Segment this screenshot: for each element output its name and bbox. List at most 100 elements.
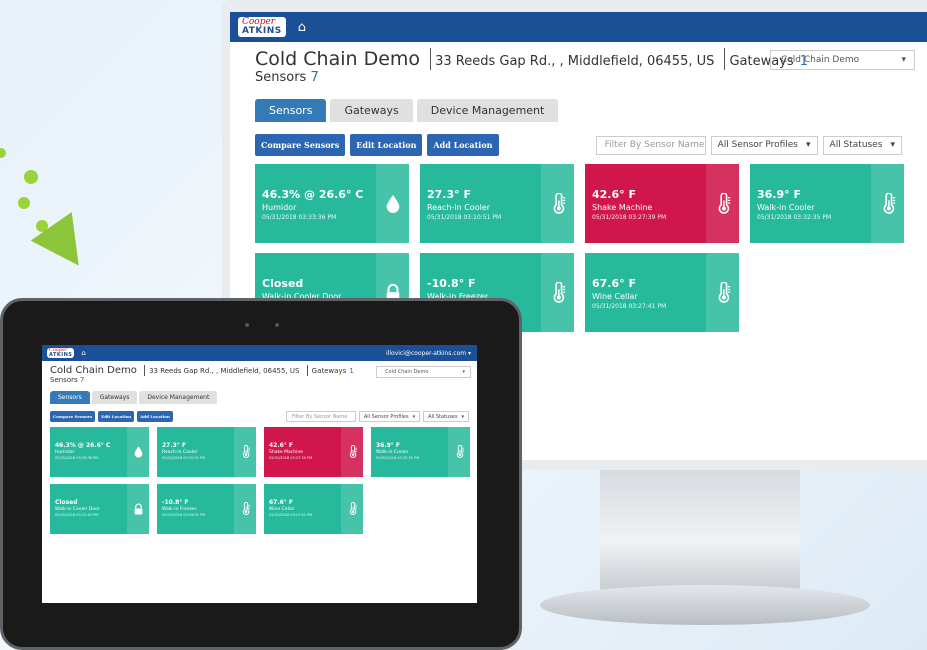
thermometer-icon [541, 253, 574, 332]
user-menu[interactable]: illovici@cooper-atkins.com ▾ [386, 350, 477, 357]
location-address: 33 Reeds Gap Rd., , Middlefield, 06455, … [149, 367, 300, 375]
thermometer-icon [448, 427, 470, 477]
sensors-count-link[interactable]: 7 [80, 376, 84, 384]
sensor-card[interactable]: ClosedWalk-in Cooler Door05/31/2018 03:1… [50, 484, 149, 534]
sensor-name: Walk-in Cooler Door [55, 507, 100, 512]
edit-location-button[interactable]: Edit Location [98, 411, 135, 422]
statuses-value: All Statuses [829, 140, 883, 150]
sensor-card[interactable]: 27.3° F Reach-in Cooler 05/31/2018 03:10:5… [157, 427, 256, 477]
tab-sensors[interactable]: Sensors [255, 99, 327, 122]
sensor-card-text: 67.6° F Wine Cellar 05/31/2018 03:27:41 PM [269, 499, 339, 517]
camera-dot [275, 323, 279, 327]
tab-device-management[interactable]: Device Management [139, 391, 218, 404]
statuses-select[interactable]: All Statuses ▾ [822, 135, 902, 155]
sensor-value: -10.8° F [427, 277, 476, 290]
sensor-card[interactable]: 42.6° F Shake Machine 05/31/2018 03:27:39 … [264, 427, 363, 477]
sensor-timestamp: 05/31/2018 03:12:45 PM [55, 513, 99, 517]
camera-dot [245, 323, 249, 327]
sensor-name-filter-input[interactable]: Filter By Sensor Name [285, 411, 356, 422]
sensor-card-text: 46.3% @ 26.6° C Humidor 05/31/2018 03:33:3… [262, 188, 373, 221]
sensor-name: Humidor [262, 203, 297, 212]
thermometer-icon [234, 484, 256, 534]
chevron-down-icon: ▾ [461, 413, 464, 420]
sensor-card[interactable]: 67.6° F Wine Cellar 05/31/2018 03:27:41 PM [585, 253, 739, 332]
sensors-count-line: Sensors 7 [255, 70, 915, 85]
decor-dot [24, 170, 38, 184]
sensor-value: 67.6° F [592, 277, 636, 290]
chevron-down-icon: ▾ [412, 413, 416, 420]
sensor-value: 42.6° F [592, 188, 636, 201]
gateways-count-link[interactable]: 1 [349, 367, 353, 375]
sensor-name: Walk-in Cooler [757, 203, 815, 212]
sensor-card[interactable]: 36.9° F Walk-in Cooler 05/31/2018 03:32:35… [750, 164, 904, 243]
edit-location-button[interactable]: Edit Location [350, 134, 423, 156]
sensor-card-text: 36.9° F Walk-in Cooler 05/31/2018 03:32:35… [376, 442, 446, 460]
statuses-select[interactable]: All Statuses ▾ [423, 411, 469, 422]
chevron-down-icon: ▾ [890, 140, 895, 150]
sensor-name: Reach-in Cooler [427, 203, 491, 212]
thermometer-icon [341, 484, 363, 534]
sensor-profiles-select[interactable]: All Sensor Profiles ▾ [358, 411, 421, 422]
sensors-label: Sensors [255, 70, 307, 85]
home-icon[interactable]: ⌂ [81, 349, 85, 357]
add-location-button[interactable]: Add Location [427, 134, 499, 156]
sensor-name-filter-input[interactable]: Filter By Sensor Name [595, 135, 706, 155]
sensor-timestamp: 05/31/2018 03:32:35 PM [376, 456, 420, 460]
tab-sensors[interactable]: Sensors [50, 391, 90, 404]
sensor-value: 46.3% @ 26.6° C [262, 188, 364, 201]
thermometer-icon [234, 427, 256, 477]
compare-sensors-button[interactable]: Compare Sensors [255, 134, 346, 156]
sensors-count-link[interactable]: 7 [310, 70, 318, 85]
sensor-grid: 46.3% @ 26.6° C Humidor 05/31/2018 03:33:3… [42, 422, 477, 534]
sensor-profiles-select[interactable]: All Sensor Profiles ▾ [710, 135, 818, 155]
sensor-timestamp: 05/31/2018 03:09:01 PM [162, 513, 206, 517]
sensor-card[interactable]: 46.3% @ 26.6° C Humidor 05/31/2018 03:33:3… [255, 164, 409, 243]
sensor-card-text: 27.3° F Reach-in Cooler 05/31/2018 03:10:5… [427, 188, 538, 221]
location-name: Cold Chain Demo [255, 48, 421, 70]
brand-logo[interactable]: Cooper ATKINS [238, 17, 286, 37]
sensor-card-text: ClosedWalk-in Cooler Door05/31/2018 03:1… [55, 499, 125, 517]
add-location-button[interactable]: Add Location [137, 411, 173, 422]
tab-bar: Sensors Gateways Device Management [230, 85, 927, 122]
sensor-value: 27.3° F [162, 442, 186, 449]
sensor-profiles-value: All Sensor Profiles [717, 140, 798, 150]
sensor-value: Closed [262, 277, 304, 290]
tablet-screen: Cooper ATKINS ⌂ illovici@cooper-atkins.c… [42, 345, 477, 603]
home-icon[interactable]: ⌂ [298, 20, 306, 35]
sensor-timestamp: 05/31/2018 03:10:51 PM [162, 456, 206, 460]
sensor-card[interactable]: 36.9° F Walk-in Cooler 05/31/2018 03:32:35… [371, 427, 470, 477]
logo-wordmark: ATKINS [49, 352, 73, 358]
sensors-label: Sensors [50, 376, 78, 384]
sensor-timestamp: 05/31/2018 03:33:36 PM [55, 456, 99, 460]
brand-logo[interactable]: Cooper ATKINS [47, 348, 75, 358]
sensor-timestamp: 05/31/2018 03:27:39 PM [592, 214, 667, 221]
tab-bar: Sensors Gateways Device Management [42, 384, 477, 404]
sensor-timestamp: 05/31/2018 03:10:51 PM [427, 214, 502, 221]
sensor-card[interactable]: -10.8° FWalk-in Freezer05/31/2018 03:09:… [157, 484, 256, 534]
tab-gateways[interactable]: Gateways [330, 99, 413, 122]
sensor-timestamp: 05/31/2018 03:33:36 PM [262, 214, 337, 221]
sensor-card-text: 46.3% @ 26.6° C Humidor 05/31/2018 03:33:3… [55, 442, 125, 460]
sensor-card[interactable]: 42.6° F Shake Machine 05/31/2018 03:27:39 … [585, 164, 739, 243]
sensor-name: Shake Machine [592, 203, 653, 212]
thermometer-icon [871, 164, 904, 243]
tab-gateways[interactable]: Gateways [91, 391, 138, 404]
compare-sensors-button[interactable]: Compare Sensors [50, 411, 96, 422]
sensor-card[interactable]: 27.3° F Reach-in Cooler 05/31/2018 03:10:5… [420, 164, 574, 243]
location-address: 33 Reeds Gap Rd., , Middlefield, 06455, … [435, 54, 715, 69]
sensor-card[interactable]: 67.6° F Wine Cellar 05/31/2018 03:27:41 PM [264, 484, 363, 534]
sensor-card-text: 27.3° F Reach-in Cooler 05/31/2018 03:10:5… [162, 442, 232, 460]
logo-wordmark: ATKINS [242, 26, 282, 36]
sensor-card-text: 67.6° F Wine Cellar 05/31/2018 03:27:41 PM [592, 277, 703, 310]
sensor-timestamp: 05/31/2018 03:27:41 PM [269, 513, 313, 517]
sensor-card[interactable]: 46.3% @ 26.6° C Humidor 05/31/2018 03:33:3… [50, 427, 149, 477]
tab-device-management[interactable]: Device Management [416, 99, 559, 122]
location-select[interactable]: Cold Chain Demo [770, 50, 915, 70]
location-header: Cold Chain Demo 33 Reeds Gap Rd., , Midd… [42, 361, 477, 384]
location-select[interactable]: Cold Chain Demo [376, 366, 471, 378]
action-bar: Compare Sensors Edit Location Add Locati… [230, 122, 927, 156]
sensor-card-text: 42.6° F Shake Machine 05/31/2018 03:27:39 … [269, 442, 339, 460]
sensor-profiles-value: All Sensor Profiles [363, 413, 409, 420]
sensor-card-text: -10.8° FWalk-in Freezer05/31/2018 03:09:… [162, 499, 232, 517]
sensor-name: Wine Cellar [269, 507, 295, 512]
